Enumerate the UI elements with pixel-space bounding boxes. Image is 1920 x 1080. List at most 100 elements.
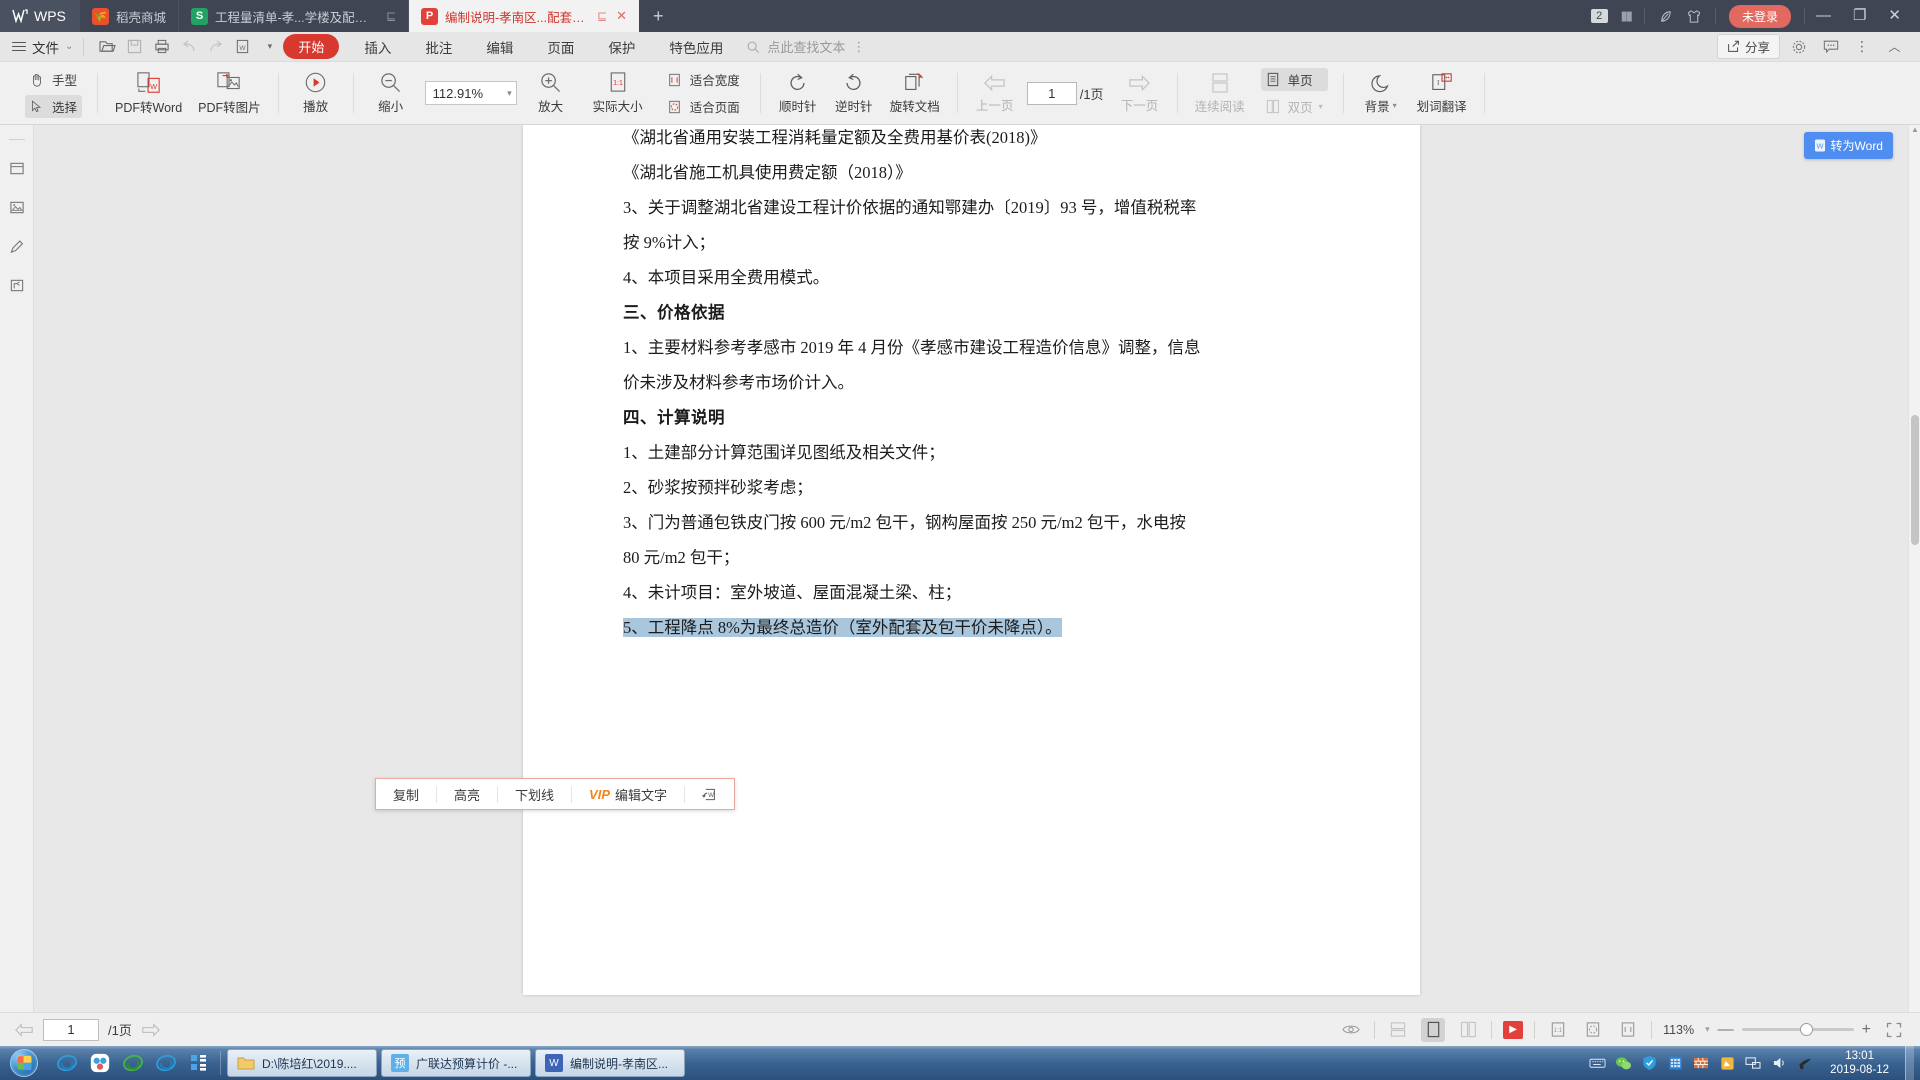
- chevron-down-icon[interactable]: ▾: [1393, 101, 1397, 110]
- convert-to-word-floating-button[interactable]: W 转为Word: [1803, 132, 1893, 159]
- close-button[interactable]: ✕: [1877, 0, 1912, 32]
- 360-browser-icon[interactable]: [85, 1048, 115, 1078]
- tab-pdf-active[interactable]: P 编制说明-孝南区...配套工程.pdf ⊑ ✕: [409, 0, 640, 32]
- login-group[interactable]: 未登录: [1716, 4, 1804, 28]
- rotate-clockwise-button[interactable]: 顺时针: [770, 72, 826, 115]
- attachment-panel-icon[interactable]: [6, 274, 28, 296]
- menu-item-page[interactable]: 页面: [530, 37, 591, 57]
- context-underline-button[interactable]: 下划线: [498, 785, 571, 804]
- login-status-button[interactable]: 未登录: [1728, 4, 1791, 28]
- ime-icon[interactable]: [1796, 1054, 1814, 1072]
- pdf-to-image-button[interactable]: PDF转图片: [190, 71, 269, 116]
- annotation-panel-icon[interactable]: [6, 235, 28, 257]
- zoom-level-combobox[interactable]: 112.91% ▾: [424, 81, 517, 105]
- window-count-group[interactable]: 2 ▮▮: [1578, 8, 1644, 24]
- tab-spreadsheet[interactable]: S 工程量清单-孝...学楼及配套工程 ⊑: [179, 0, 410, 32]
- wps-logo[interactable]: WPS: [0, 0, 80, 32]
- double-page-button[interactable]: 双页 ▾: [1261, 95, 1328, 118]
- menu-item-protect[interactable]: 保护: [591, 37, 652, 57]
- context-copy-button[interactable]: 复制: [376, 785, 436, 804]
- tab-dock-store[interactable]: 🌾 稻壳商城: [80, 0, 180, 32]
- continuous-read-button[interactable]: 连续阅读: [1187, 72, 1253, 115]
- taskbar-clock[interactable]: 13:01 2019-08-12: [1822, 1049, 1897, 1077]
- zoom-in-button[interactable]: 放大: [523, 71, 579, 115]
- minimize-button[interactable]: —: [1805, 0, 1842, 32]
- taskbar-button-explorer[interactable]: D:\陈培红\2019....: [227, 1049, 377, 1077]
- context-export-to-word-button[interactable]: W: [685, 787, 734, 802]
- export-to-word-icon[interactable]: W: [229, 36, 256, 58]
- ie-icon[interactable]: [52, 1048, 82, 1078]
- leaf-icon[interactable]: [1658, 9, 1673, 24]
- select-tool-button[interactable]: 选择: [25, 95, 83, 118]
- keyboard-icon[interactable]: [1588, 1054, 1606, 1072]
- tencent-pc-manager-icon[interactable]: [1640, 1054, 1658, 1072]
- fit-page-icon[interactable]: [1581, 1018, 1605, 1042]
- zoom-out-button[interactable]: 缩小: [363, 71, 419, 115]
- taskbar-button-glodon[interactable]: 预 广联达预算计价 -...: [381, 1049, 531, 1077]
- status-next-page-icon[interactable]: [141, 1022, 161, 1038]
- new-tab-button[interactable]: +: [639, 0, 678, 32]
- excel-tray-icon[interactable]: [1666, 1054, 1684, 1072]
- zoom-minus-button[interactable]: —: [1718, 1021, 1734, 1039]
- more-vertical-icon[interactable]: ⋮: [852, 39, 866, 55]
- context-highlight-button[interactable]: 高亮: [437, 785, 497, 804]
- tab-close-icon[interactable]: ✕: [616, 8, 627, 24]
- volume-icon[interactable]: [1770, 1054, 1788, 1072]
- taskbar-button-wps-pdf[interactable]: W 编制说明-孝南区...: [535, 1049, 685, 1077]
- single-page-view-icon[interactable]: [1421, 1017, 1446, 1042]
- skin-icon[interactable]: [1686, 9, 1702, 24]
- single-page-button[interactable]: 单页: [1260, 68, 1328, 91]
- open-folder-icon[interactable]: [94, 36, 121, 58]
- zoom-plus-button[interactable]: +: [1862, 1021, 1871, 1039]
- thumbnail-panel-icon[interactable]: [6, 196, 28, 218]
- rotate-counterclockwise-button[interactable]: 逆时针: [826, 72, 882, 115]
- collapse-ribbon-icon[interactable]: ︿: [1881, 36, 1908, 58]
- notepad-icon[interactable]: [1718, 1054, 1736, 1072]
- zoom-slider-group[interactable]: ▾ — +: [1705, 1021, 1871, 1039]
- chevron-down-icon[interactable]: ▾: [507, 88, 512, 99]
- tab-preview-icon[interactable]: ⊑: [386, 9, 396, 23]
- status-prev-page-icon[interactable]: [14, 1022, 34, 1038]
- rotate-document-button[interactable]: 旋转文档: [882, 72, 948, 115]
- eye-icon[interactable]: [1339, 1018, 1363, 1042]
- file-menu-button[interactable]: 文件 ⌄: [12, 37, 73, 57]
- pdf-page[interactable]: 《湖北省通用安装工程消耗量定额及全费用基价表(2018)》 《湖北省施工机具使用…: [523, 125, 1420, 995]
- customize-caret-icon[interactable]: ▾: [256, 36, 283, 58]
- restore-button[interactable]: ❐: [1842, 0, 1877, 32]
- menu-item-featured-apps[interactable]: 特色应用: [652, 37, 740, 57]
- undo-icon[interactable]: [175, 36, 202, 58]
- actual-size-button[interactable]: 1:1 实际大小: [585, 71, 651, 115]
- fit-width-button[interactable]: 适合宽度: [663, 68, 745, 91]
- actual-size-icon[interactable]: 1:1: [1546, 1018, 1570, 1042]
- show-desktop-button[interactable]: [1905, 1046, 1914, 1080]
- context-edit-text-button[interactable]: VIP 编辑文字: [572, 785, 684, 804]
- fit-width-icon[interactable]: [1616, 1018, 1640, 1042]
- feedback-icon[interactable]: [1817, 36, 1844, 58]
- redo-icon[interactable]: [202, 36, 229, 58]
- doc-line-selected[interactable]: 5、工程降点 8%为最终总造价（室外配套及包干价未降点）。: [623, 610, 1360, 645]
- gear-icon[interactable]: [1785, 36, 1812, 58]
- print-icon[interactable]: [148, 36, 175, 58]
- zoom-preset-caret-icon[interactable]: ▾: [1705, 1024, 1710, 1035]
- start-button[interactable]: [0, 1047, 48, 1079]
- show-desktop-icon[interactable]: [184, 1048, 214, 1078]
- firewall-icon[interactable]: [1692, 1054, 1710, 1072]
- chevron-down-icon[interactable]: ▾: [1319, 102, 1323, 111]
- menu-item-edit[interactable]: 编辑: [469, 37, 530, 57]
- prev-page-button[interactable]: 上一页: [967, 73, 1023, 114]
- play-button[interactable]: 播放: [288, 71, 344, 115]
- menu-item-comment[interactable]: 批注: [408, 37, 469, 57]
- document-viewport[interactable]: 《湖北省通用安装工程消耗量定额及全费用基价表(2018)》 《湖北省施工机具使用…: [34, 125, 1920, 1034]
- vertical-scrollbar[interactable]: ▲ ▼: [1908, 125, 1920, 1034]
- double-page-view-icon[interactable]: [1456, 1018, 1480, 1042]
- menu-item-insert[interactable]: 插入: [347, 37, 408, 57]
- fit-page-button[interactable]: 适合页面: [663, 95, 745, 118]
- share-button[interactable]: 分享: [1716, 34, 1780, 59]
- tab-preview-icon[interactable]: ⊑: [597, 9, 607, 23]
- wechat-icon[interactable]: [1614, 1054, 1632, 1072]
- title-extra-icons[interactable]: [1645, 9, 1715, 24]
- scrollbar-thumb[interactable]: [1911, 415, 1919, 545]
- zoom-slider-knob[interactable]: [1799, 1023, 1813, 1036]
- network-icon[interactable]: [1744, 1054, 1762, 1072]
- status-page-input[interactable]: 1: [43, 1018, 99, 1041]
